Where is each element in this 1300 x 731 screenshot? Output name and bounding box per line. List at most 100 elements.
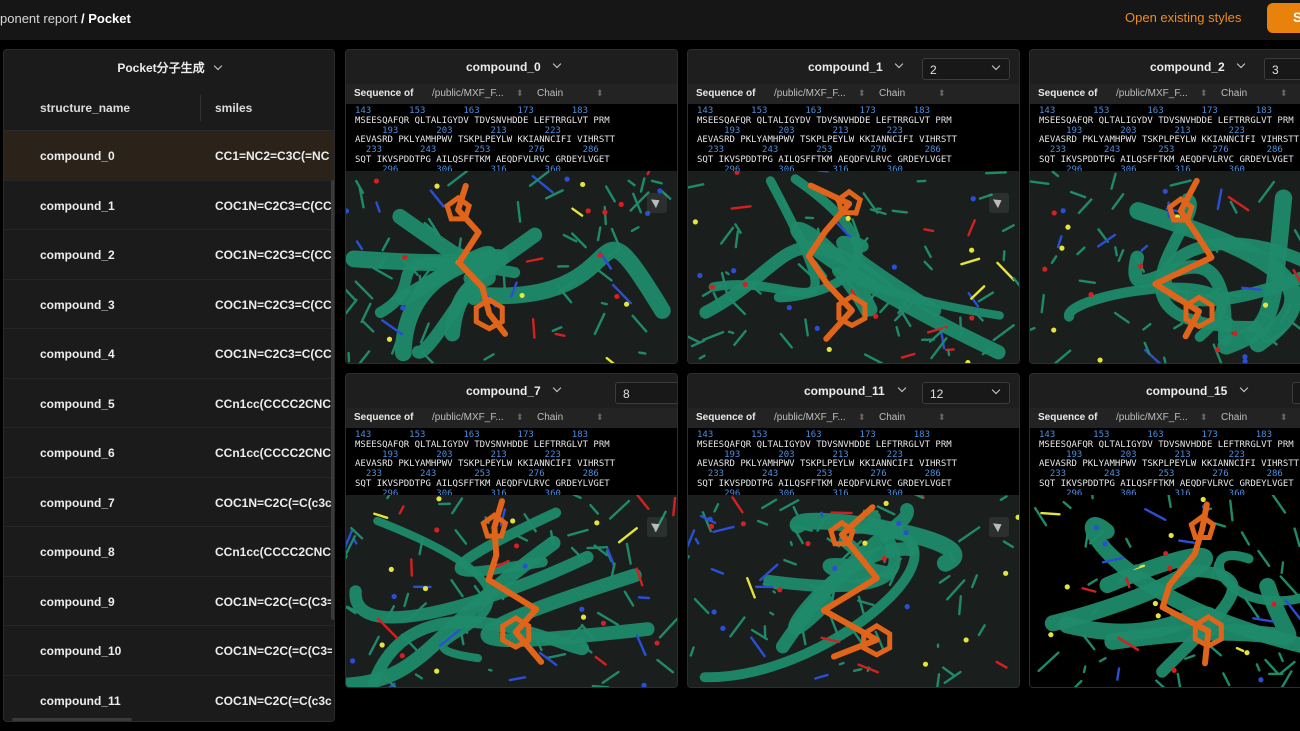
card-title[interactable]: compound_2: [1150, 60, 1225, 74]
sort-icon[interactable]: ⬍: [1280, 412, 1288, 423]
table-row[interactable]: compound_7 COC1N=C2C(=C(c3c: [4, 478, 334, 527]
chevron-down-icon[interactable]: [552, 383, 562, 393]
structure-render[interactable]: [688, 171, 1020, 364]
card-title[interactable]: compound_15: [1146, 384, 1227, 398]
chevron-down-icon[interactable]: [897, 383, 907, 393]
table-row[interactable]: compound_6 CCn1cc(CCCC2CNC3: [4, 428, 334, 478]
column-divider[interactable]: [200, 95, 201, 121]
card-header: compound_15 16: [1030, 374, 1300, 408]
sort-icon[interactable]: ⬍: [938, 412, 946, 423]
pointer-tool-icon[interactable]: [989, 517, 1009, 537]
structure-render[interactable]: [688, 495, 1020, 688]
sequence-file-path[interactable]: /public/MXF_F...: [432, 88, 504, 99]
chevron-down-icon[interactable]: [1239, 383, 1249, 393]
sequence-viewer[interactable]: 143 153 163 173 183 MSEESQAFQR QLTALIGYD…: [688, 104, 1019, 171]
sequence-file-path[interactable]: /public/MXF_F...: [1116, 88, 1188, 99]
pose-select[interactable]: 2: [922, 58, 1010, 80]
sort-icon[interactable]: ⬍: [516, 88, 524, 99]
molecule-viewer[interactable]: [1030, 495, 1300, 688]
panel-title-dropdown[interactable]: Pocket分子生成: [4, 50, 334, 85]
pointer-tool-icon[interactable]: [647, 517, 667, 537]
structure-render[interactable]: [346, 495, 678, 688]
table-row[interactable]: compound_11 COC1N=C2C(=C(c3c: [4, 676, 334, 722]
sort-icon[interactable]: ⬍: [1280, 88, 1288, 99]
sequence-viewer[interactable]: 143 153 163 173 183 MSEESQAFQR QLTALIGYD…: [1030, 428, 1300, 495]
chevron-down-icon[interactable]: [552, 59, 562, 69]
smiles-cell: CCn1cc(CCCC2CNC3: [215, 446, 332, 460]
chevron-down-icon[interactable]: [894, 59, 904, 69]
sort-icon[interactable]: ⬍: [596, 412, 604, 423]
structure-name-cell: compound_3: [40, 297, 115, 312]
card-title[interactable]: compound_0: [466, 60, 541, 74]
sequence-label: Sequence of: [354, 412, 414, 423]
sequence-file-path[interactable]: /public/MXF_F...: [432, 412, 504, 423]
table-row[interactable]: compound_0 CC1=NC2=C3C(=NC: [4, 131, 334, 181]
molecule-viewer[interactable]: [688, 495, 1020, 688]
chevron-down-icon: [991, 385, 1001, 395]
pose-select[interactable]: 16: [1292, 382, 1300, 404]
table-row[interactable]: compound_4 COC1N=C2C3=C(CC: [4, 329, 334, 379]
open-existing-styles-link[interactable]: Open existing styles: [1125, 10, 1241, 25]
structure-render[interactable]: [1030, 171, 1300, 364]
table-row[interactable]: compound_5 CCn1cc(CCCC2CNC3: [4, 379, 334, 428]
chain-label[interactable]: Chain: [537, 88, 563, 99]
sequence-residues: AEVASRD PKLYAMHPWV TSKPLPEYLW KKIANNCIFI…: [1039, 459, 1300, 470]
sequence-bar: Sequence of /public/MXF_F... Chain ⬍ ⬍: [688, 84, 1019, 104]
card-header: compound_1 2: [688, 50, 1019, 84]
smiles-cell: CCn1cc(CCCC2CNC3: [215, 545, 332, 559]
sequence-viewer[interactable]: 143 153 163 173 183 MSEESQAFQR QLTALIGYD…: [346, 428, 677, 495]
sort-icon[interactable]: ⬍: [938, 88, 946, 99]
card-title[interactable]: compound_1: [808, 60, 883, 74]
chain-label[interactable]: Chain: [879, 88, 905, 99]
molecule-viewer[interactable]: [346, 171, 678, 364]
sequence-numbers: 143 153 163 173 183: [355, 430, 588, 440]
card-title[interactable]: compound_7: [466, 384, 541, 398]
card-title[interactable]: compound_11: [804, 384, 885, 398]
sequence-file-path[interactable]: /public/MXF_F...: [774, 88, 846, 99]
breadcrumb-parent[interactable]: ponent report: [0, 11, 77, 26]
sequence-residues: SQT IKVSPDDTPG AILQSFFTKM AEQDFVLRVC GRD…: [355, 154, 610, 165]
sequence-viewer[interactable]: 143 153 163 173 183 MSEESQAFQR QLTALIGYD…: [688, 428, 1019, 495]
vertical-scrollbar[interactable]: [331, 180, 334, 620]
table-row[interactable]: compound_9 COC1N=C2C(=C(C3=: [4, 577, 334, 626]
table-row[interactable]: compound_8 CCn1cc(CCCC2CNC3: [4, 527, 334, 577]
sequence-file-path[interactable]: /public/MXF_F...: [774, 412, 846, 423]
chain-label[interactable]: Chain: [879, 412, 905, 423]
molecule-viewer[interactable]: [1030, 171, 1300, 364]
smiles-cell: COC1N=C2C(=C(C3=: [215, 594, 332, 609]
column-header-structure-name[interactable]: structure_name: [40, 101, 130, 115]
column-header-smiles[interactable]: smiles: [215, 101, 252, 115]
molecule-viewer[interactable]: [688, 171, 1020, 364]
smiles-cell: CCn1cc(CCCC2CNC3: [215, 396, 332, 411]
pose-select[interactable]: 12: [922, 382, 1010, 404]
table-row[interactable]: compound_2 COC1N=C2C3=C(CC: [4, 230, 334, 280]
pose-select[interactable]: 3: [1264, 58, 1300, 80]
sort-icon[interactable]: ⬍: [1200, 88, 1208, 99]
primary-action-button[interactable]: S: [1267, 3, 1300, 33]
sort-icon[interactable]: ⬍: [858, 88, 866, 99]
chain-label[interactable]: Chain: [537, 412, 563, 423]
pose-select[interactable]: 8: [615, 382, 677, 404]
molecule-viewer[interactable]: [346, 495, 678, 688]
chain-label[interactable]: Chain: [1221, 88, 1247, 99]
table-row[interactable]: compound_3 COC1N=C2C3=C(CC: [4, 280, 334, 329]
sequence-numbers: 143 153 163 173 183: [1039, 430, 1272, 440]
sort-icon[interactable]: ⬍: [858, 412, 866, 423]
sequence-viewer[interactable]: 143 153 163 173 183 MSEESQAFQR QLTALIGYD…: [346, 104, 677, 171]
sort-icon[interactable]: ⬍: [1200, 412, 1208, 423]
table-row[interactable]: compound_1 COC1N=C2C3=C(CC: [4, 181, 334, 230]
chain-label[interactable]: Chain: [1221, 412, 1247, 423]
horizontal-scrollbar[interactable]: [12, 718, 132, 721]
sequence-file-path[interactable]: /public/MXF_F...: [1116, 412, 1188, 423]
sort-icon[interactable]: ⬍: [596, 88, 604, 99]
pointer-tool-icon[interactable]: [647, 193, 667, 213]
sort-icon[interactable]: ⬍: [516, 412, 524, 423]
table-row[interactable]: compound_10 COC1N=C2C(=C(C3=: [4, 626, 334, 676]
structure-render[interactable]: [346, 171, 678, 364]
sequence-label: Sequence of: [696, 412, 756, 423]
sequence-viewer[interactable]: 143 153 163 173 183 MSEESQAFQR QLTALIGYD…: [1030, 104, 1300, 171]
sequence-bar: Sequence of /public/MXF_F... Chain ⬍ ⬍: [346, 84, 677, 104]
pointer-tool-icon[interactable]: [989, 193, 1009, 213]
chevron-down-icon[interactable]: [1236, 59, 1246, 69]
structure-render[interactable]: [1030, 495, 1300, 688]
